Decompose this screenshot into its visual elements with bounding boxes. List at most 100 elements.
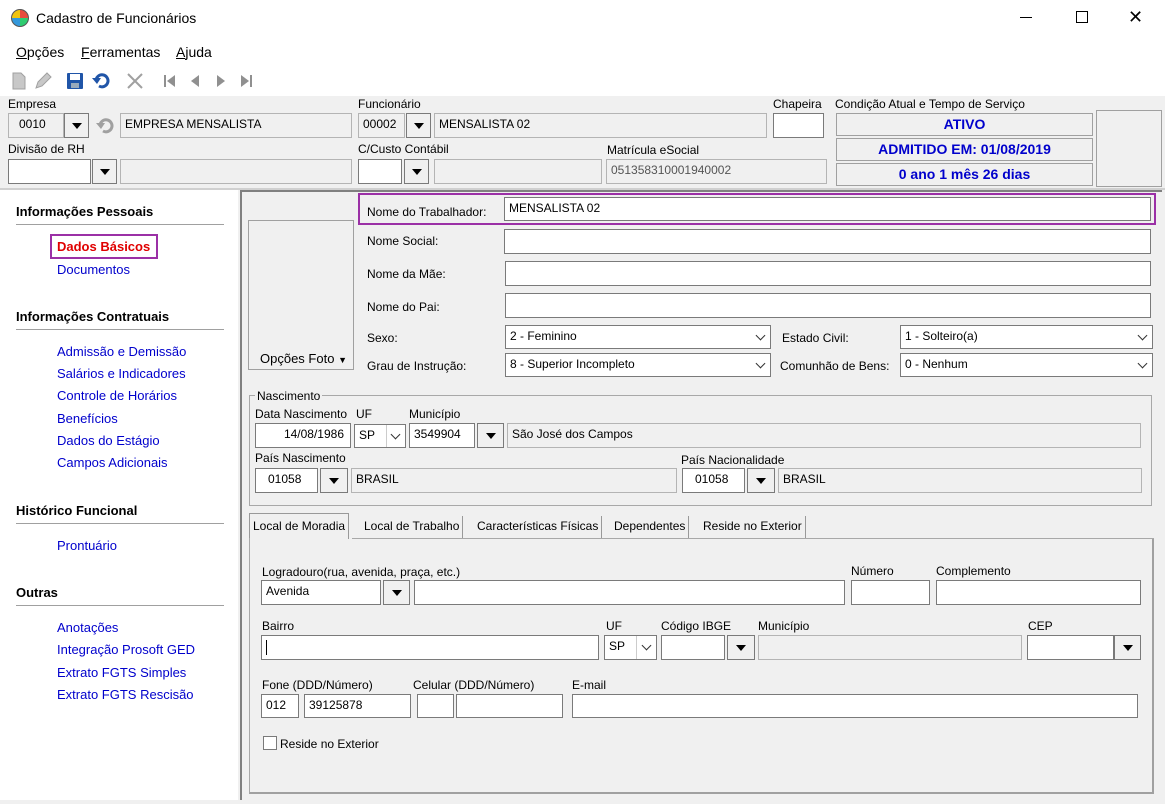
nav-admissao[interactable]: Admissão e Demissão bbox=[57, 344, 186, 359]
ibge-label: Código IBGE bbox=[661, 619, 732, 633]
reside-exterior-checkbox[interactable] bbox=[263, 736, 277, 750]
numero-field[interactable] bbox=[851, 580, 930, 605]
celular-ddd-field[interactable] bbox=[417, 694, 454, 718]
divisao-name-field bbox=[120, 159, 352, 184]
pais-nasc-code-field[interactable]: 01058 bbox=[255, 468, 318, 493]
divisao-code-field[interactable] bbox=[8, 159, 91, 184]
ibge-field[interactable] bbox=[661, 635, 725, 660]
delete-icon[interactable] bbox=[126, 72, 144, 90]
nav-horarios[interactable]: Controle de Horários bbox=[57, 388, 177, 403]
undo-icon[interactable] bbox=[92, 72, 110, 90]
pais-nasc-dropdown-button[interactable] bbox=[320, 468, 348, 493]
nav-dados-basicos[interactable]: Dados Básicos bbox=[57, 239, 150, 254]
chapeira-field[interactable] bbox=[773, 113, 824, 138]
nav-prontuario[interactable]: Prontuário bbox=[57, 538, 117, 553]
cep-dropdown-button[interactable] bbox=[1114, 635, 1141, 660]
refresh-icon[interactable] bbox=[95, 116, 115, 134]
nome-social-field[interactable] bbox=[504, 229, 1151, 254]
nav-panel bbox=[0, 190, 238, 800]
fone-ddd-field[interactable]: 012 bbox=[261, 694, 299, 718]
tab-local-trabalho[interactable]: Local de Trabalho bbox=[361, 516, 464, 538]
photo-options-button[interactable]: Opções Foto ▼ bbox=[260, 351, 347, 366]
first-record-icon[interactable] bbox=[160, 72, 178, 90]
grau-label: Grau de Instrução: bbox=[367, 359, 467, 373]
status-image-box bbox=[1096, 110, 1162, 187]
last-record-icon[interactable] bbox=[238, 72, 256, 90]
bairro-field[interactable] bbox=[261, 635, 599, 660]
uf-mor-chevron-down-icon[interactable] bbox=[636, 636, 655, 659]
nav-ged[interactable]: Integração Prosoft GED bbox=[57, 642, 195, 657]
menu-ferramentas[interactable]: Ferramentas bbox=[81, 44, 160, 60]
empresa-dropdown-button[interactable] bbox=[64, 113, 89, 138]
nav-fgts-simples[interactable]: Extrato FGTS Simples bbox=[57, 665, 186, 680]
municipio-nasc-dropdown-button[interactable] bbox=[477, 423, 504, 448]
nav-fgts-rescisao[interactable]: Extrato FGTS Rescisão bbox=[57, 687, 194, 702]
uf-nasc-label: UF bbox=[356, 407, 372, 421]
nav-documentos[interactable]: Documentos bbox=[57, 262, 130, 277]
ccusto-dropdown-button[interactable] bbox=[404, 159, 429, 184]
previous-record-icon[interactable] bbox=[186, 72, 204, 90]
maximize-icon[interactable] bbox=[1076, 11, 1088, 23]
ibge-dropdown-button[interactable] bbox=[727, 635, 755, 660]
nav-salarios[interactable]: Salários e Indicadores bbox=[57, 366, 186, 381]
ccusto-code-field[interactable] bbox=[358, 159, 402, 184]
complemento-field[interactable] bbox=[936, 580, 1141, 605]
tab-reside-exterior[interactable]: Reside no Exterior bbox=[700, 516, 806, 538]
minimize-icon[interactable] bbox=[1020, 17, 1032, 18]
civil-chevron-down-icon[interactable] bbox=[1132, 326, 1152, 348]
sexo-select[interactable]: 2 - Feminino bbox=[505, 325, 771, 349]
cep-field[interactable] bbox=[1027, 635, 1114, 660]
save-icon[interactable] bbox=[66, 72, 84, 90]
funcionario-code-field[interactable]: 00002 bbox=[358, 113, 405, 138]
nome-pai-field[interactable] bbox=[505, 293, 1151, 318]
nav-estagio[interactable]: Dados do Estágio bbox=[57, 433, 160, 448]
logradouro-tipo-field[interactable]: Avenida bbox=[261, 580, 381, 605]
next-record-icon[interactable] bbox=[212, 72, 230, 90]
municipio-nasc-code-field[interactable]: 3549904 bbox=[409, 423, 475, 448]
menu-ajuda[interactable]: Ajuda bbox=[176, 44, 212, 60]
logradouro-field[interactable] bbox=[414, 580, 845, 605]
photo-frame bbox=[248, 220, 354, 370]
nav-beneficios[interactable]: Benefícios bbox=[57, 411, 118, 426]
fone-numero-field[interactable]: 39125878 bbox=[304, 694, 411, 718]
title-bar: Cadastro de Funcionários ✕ bbox=[0, 0, 1165, 36]
uf-mor-label: UF bbox=[606, 619, 622, 633]
nav-anotacoes[interactable]: Anotações bbox=[57, 620, 118, 635]
text-cursor bbox=[266, 640, 267, 655]
nome-label: Nome do Trabalhador: bbox=[367, 205, 487, 219]
nav-section-outras: Outras bbox=[16, 585, 58, 600]
tab-caracteristicas[interactable]: Características Físicas bbox=[474, 516, 603, 538]
grau-instrucao-select[interactable]: 8 - Superior Incompleto bbox=[505, 353, 771, 377]
bairro-label: Bairro bbox=[262, 619, 295, 633]
empresa-label: Empresa bbox=[8, 97, 57, 111]
reside-exterior-label: Reside no Exterior bbox=[280, 737, 379, 751]
pais-nac-code-field[interactable]: 01058 bbox=[682, 468, 745, 493]
nome-trabalhador-field[interactable]: MENSALISTA 02 bbox=[504, 197, 1151, 221]
empresa-code-field[interactable]: 0010 bbox=[8, 113, 64, 138]
municipio-nasc-label: Município bbox=[409, 407, 461, 421]
comunhao-bens-select[interactable]: 0 - Nenhum bbox=[900, 353, 1153, 377]
sexo-chevron-down-icon[interactable] bbox=[750, 326, 770, 348]
funcionario-dropdown-button[interactable] bbox=[406, 113, 431, 138]
nav-divider bbox=[16, 224, 224, 225]
new-document-icon[interactable] bbox=[10, 72, 28, 90]
celular-numero-field[interactable] bbox=[456, 694, 563, 718]
pais-nac-dropdown-button[interactable] bbox=[747, 468, 775, 493]
tab-local-moradia[interactable]: Local de Moradia bbox=[249, 513, 350, 539]
logradouro-dropdown-button[interactable] bbox=[383, 580, 410, 605]
grau-chevron-down-icon[interactable] bbox=[750, 354, 770, 376]
data-nascimento-field[interactable]: 14/08/1986 bbox=[255, 423, 351, 448]
uf-nasc-chevron-down-icon[interactable] bbox=[386, 425, 404, 447]
menu-opcoes[interactable]: Opções bbox=[16, 44, 64, 60]
email-field[interactable] bbox=[572, 694, 1138, 718]
edit-icon[interactable] bbox=[34, 72, 52, 90]
nome-mae-field[interactable] bbox=[505, 261, 1151, 286]
nav-campos-adicionais[interactable]: Campos Adicionais bbox=[57, 455, 168, 470]
tab-top-line bbox=[352, 538, 1154, 539]
close-icon[interactable]: ✕ bbox=[1128, 8, 1143, 26]
divisao-dropdown-button[interactable] bbox=[92, 159, 117, 184]
comunhao-chevron-down-icon[interactable] bbox=[1132, 354, 1152, 376]
chapeira-label: Chapeira bbox=[773, 97, 822, 111]
estado-civil-select[interactable]: 1 - Solteiro(a) bbox=[900, 325, 1153, 349]
tab-dependentes[interactable]: Dependentes bbox=[611, 516, 690, 538]
